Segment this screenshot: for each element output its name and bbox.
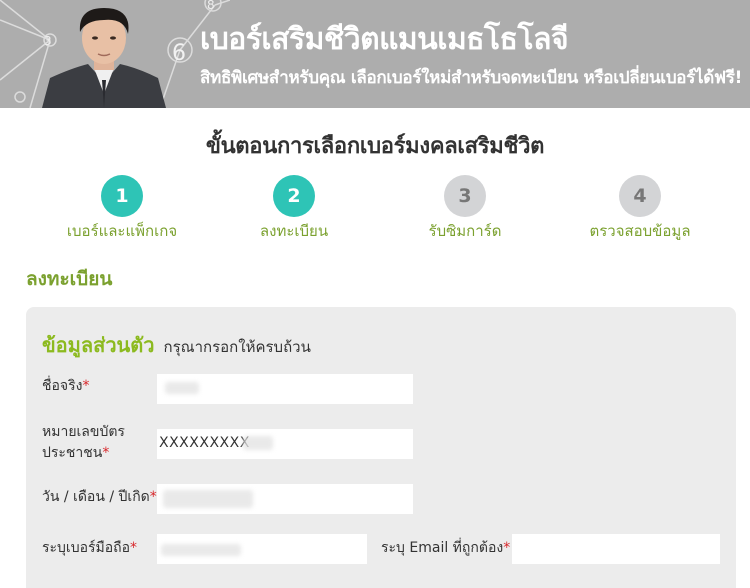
redaction-blur [165,382,199,394]
required-mark: * [149,489,157,505]
section-title: ลงทะเบียน [26,268,113,290]
redaction-blur [243,436,273,450]
card-heading-sub: กรุณากรอกให้ครบถ้วน [163,338,311,356]
required-mark: * [503,540,511,556]
card-heading: ข้อมูลส่วนตัว กรุณากรอกให้ครบถ้วน [42,329,311,361]
hero-banner: 3 6 8 เบอร์เสริมชีวิตแมนเมธโธโลจี สิทธิพ… [0,0,750,108]
mobile-number-input[interactable] [157,534,367,564]
presenter-photo [42,8,166,108]
steps-title: ขั้นตอนการเลือกเบอร์มงคลเสริมชีวิต [205,134,545,159]
card-heading-main: ข้อมูลส่วนตัว [42,333,155,357]
birthdate-input[interactable] [157,484,413,514]
redaction-blur [161,544,241,556]
birthdate-label-text: วัน / เดือน / ปีเกิด [42,489,150,505]
step-2-label[interactable]: ลงทะเบียน [214,219,374,243]
id-card-label: หมายเลขบัตร ประชาชน* [42,422,125,464]
id-card-label-line1: หมายเลขบัตร [42,424,125,440]
required-mark: * [82,378,90,394]
banner-title: เบอร์เสริมชีวิตแมนเมธโธโลจี [200,22,569,57]
step-4-label: ตรวจสอบข้อมูล [589,222,691,240]
email-label: ระบุ Email ที่ถูกต้อง* [381,538,510,559]
redaction-blur [163,490,253,508]
id-card-input[interactable]: XXXXXXXXX [157,429,413,459]
step-1[interactable]: 1 เบอร์และแพ็กเกจ [42,175,202,243]
name-label-text: ชื่อจริง [42,378,83,394]
step-2-circle[interactable]: 2 [273,175,315,217]
step-4: 4 ตรวจสอบข้อมูล [560,175,720,243]
phone-label: ระบุเบอร์มือถือ* [42,538,137,559]
name-label: ชื่อจริง* [42,376,89,397]
step-1-label[interactable]: เบอร์และแพ็กเกจ [42,219,202,243]
step-2[interactable]: 2 ลงทะเบียน [214,175,374,243]
graphic-number-6: 6 [172,41,186,66]
step-4-circle: 4 [619,175,661,217]
step-3: 3 รับซิมการ์ด [385,175,545,243]
banner-subtitle: สิทธิพิเศษสำหรับคุณ เลือกเบอร์ใหม่สำหรับ… [200,68,743,88]
phone-label-text: ระบุเบอร์มือถือ [42,540,131,556]
graphic-number-8: 8 [207,0,215,12]
email-label-text: ระบุ Email ที่ถูกต้อง [381,540,504,556]
id-card-value: XXXXXXXXX [159,435,250,451]
required-mark: * [130,540,138,556]
id-card-label-line2: ประชาชน [42,445,103,461]
first-name-input[interactable] [157,374,413,404]
step-3-circle: 3 [444,175,486,217]
birthdate-label: วัน / เดือน / ปีเกิด* [42,487,157,508]
email-input[interactable] [512,534,720,564]
required-mark: * [102,445,110,461]
step-1-circle[interactable]: 1 [101,175,143,217]
step-3-label: รับซิมการ์ด [428,222,502,240]
personal-info-card: ข้อมูลส่วนตัว กรุณากรอกให้ครบถ้วน ชื่อจร… [26,307,736,588]
